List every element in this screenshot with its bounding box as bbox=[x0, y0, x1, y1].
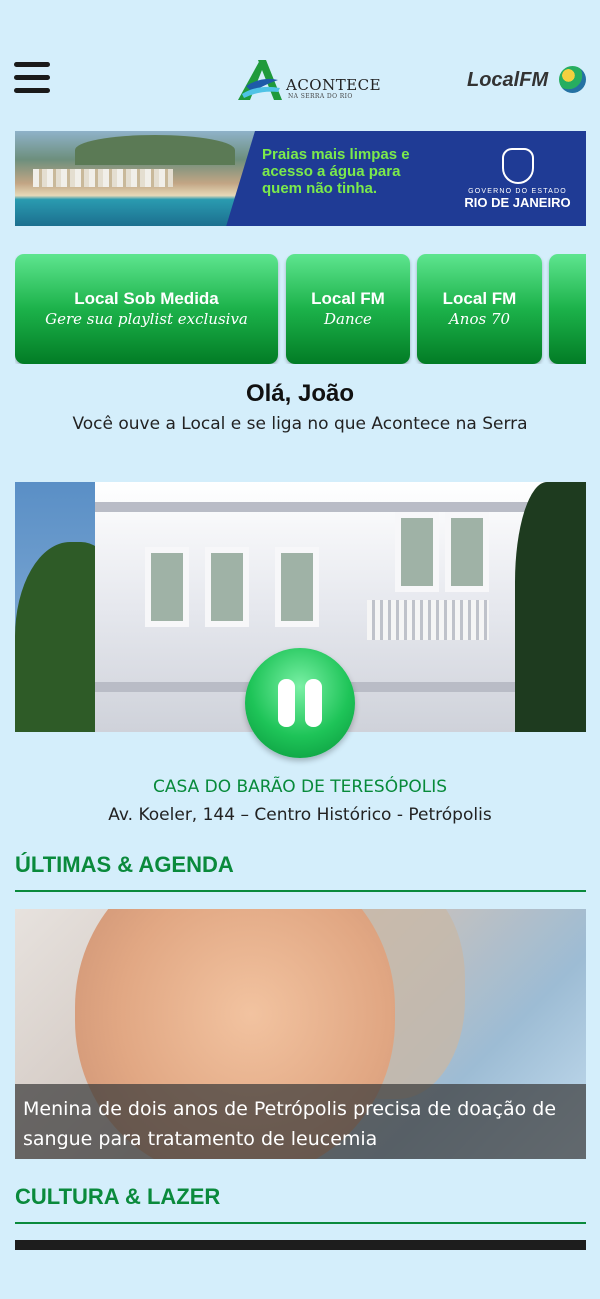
playlist-card-subtitle: Gere sua playlist exclusiva bbox=[45, 310, 248, 328]
now-playing-info: CASA DO BARÃO DE TERESÓPOLIS Av. Koeler,… bbox=[0, 777, 600, 825]
acontece-logo[interactable]: ACONTECE NA SERRA DO RIO bbox=[236, 58, 381, 104]
banner-sponsor-line2: RIO DE JANEIRO bbox=[464, 195, 571, 210]
localfm-logo[interactable]: LocalFM bbox=[467, 64, 589, 98]
acontece-logo-name: ACONTECE bbox=[286, 76, 382, 94]
playlist-card-partial[interactable]: Lo A bbox=[549, 254, 586, 364]
place-address: Av. Koeler, 144 – Centro Histórico - Pet… bbox=[108, 805, 492, 825]
playlist-card-dance[interactable]: Local FM Dance bbox=[286, 254, 410, 364]
place-title: CASA DO BARÃO DE TERESÓPOLIS bbox=[152, 777, 448, 797]
pause-icon bbox=[278, 679, 295, 727]
playlist-card-subtitle: Anos 70 bbox=[448, 310, 511, 328]
ad-banner[interactable]: Praias mais limpas e acesso a água para … bbox=[15, 131, 586, 226]
localfm-logo-text: LocalFM bbox=[467, 69, 549, 91]
playlist-card-title: Lo bbox=[539, 289, 586, 309]
playlist-card-title: Local FM bbox=[311, 289, 385, 308]
app-header: ACONTECE NA SERRA DO RIO LocalFM bbox=[0, 0, 600, 120]
section-header-news: ÚLTIMAS & AGENDA bbox=[15, 852, 586, 892]
globe-icon bbox=[559, 66, 586, 93]
playlist-carousel[interactable]: Local Sob Medida Gere sua playlist exclu… bbox=[15, 254, 586, 364]
hamburger-menu-icon[interactable] bbox=[14, 62, 50, 96]
playlist-card-title: Local FM bbox=[442, 289, 517, 308]
section-header-culture: CULTURA & LAZER bbox=[15, 1184, 586, 1224]
acontece-logo-tagline: NA SERRA DO RIO bbox=[288, 93, 353, 100]
news-headline: Menina de dois anos de Petrópolis precis… bbox=[15, 1084, 586, 1159]
banner-sponsor: GOVERNO DO ESTADO RIO DE JANEIRO bbox=[455, 148, 580, 210]
playlist-card-title: Local Sob Medida bbox=[74, 289, 219, 308]
banner-beach-photo bbox=[15, 131, 255, 226]
playlist-card-anos-70[interactable]: Local FM Anos 70 bbox=[417, 254, 542, 364]
playlist-card-subtitle: A bbox=[539, 310, 586, 328]
banner-sponsor-line1: GOVERNO DO ESTADO bbox=[468, 188, 567, 195]
greeting-title: Olá, João bbox=[245, 380, 355, 407]
greeting: Olá, João Você ouve a Local e se liga no… bbox=[0, 380, 600, 434]
state-seal-icon bbox=[501, 148, 534, 184]
banner-headline: Praias mais limpas e acesso a água para … bbox=[262, 146, 410, 197]
culture-card-edge[interactable] bbox=[15, 1240, 586, 1250]
section-title: CULTURA & LAZER bbox=[15, 1184, 221, 1209]
section-title: ÚLTIMAS & AGENDA bbox=[15, 852, 234, 877]
greeting-message: Você ouve a Local e se liga no que Acont… bbox=[72, 414, 528, 434]
news-card[interactable]: Menina de dois anos de Petrópolis precis… bbox=[15, 909, 586, 1159]
acontece-logo-mark bbox=[238, 60, 282, 100]
pause-button[interactable] bbox=[245, 648, 355, 758]
playlist-card-subtitle: Dance bbox=[324, 310, 372, 328]
playlist-card-sob-medida[interactable]: Local Sob Medida Gere sua playlist exclu… bbox=[15, 254, 278, 364]
